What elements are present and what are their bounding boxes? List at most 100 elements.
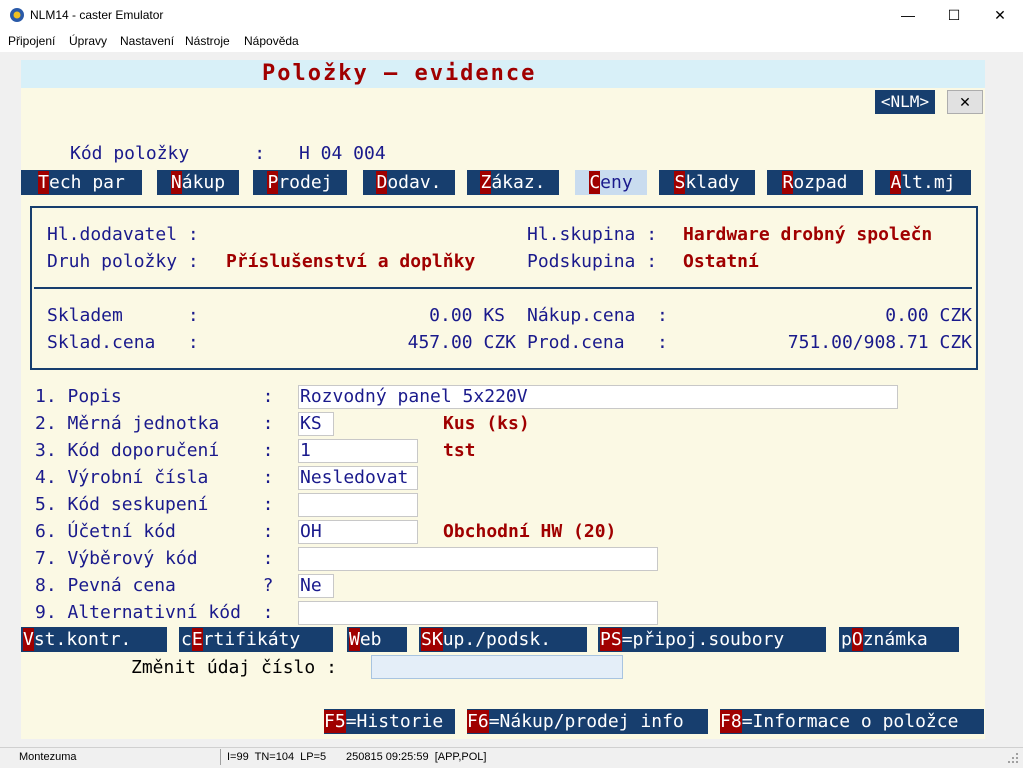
action-button-1[interactable]: Vst.kontr. [21, 627, 167, 652]
action-button-5[interactable]: PS =připoj.soubory [598, 627, 826, 652]
action-label: rtifikáty [202, 629, 301, 650]
sklad-cena-label: Sklad.cena : [47, 332, 199, 353]
change-number-input[interactable] [371, 655, 623, 679]
field-4-label: 4. Výrobní čísla : [35, 467, 274, 488]
tab-sklady[interactable]: Sklady [659, 170, 755, 195]
fkey-label: =Historie [345, 711, 444, 732]
menu-pripojeni[interactable]: Připojení [8, 34, 55, 48]
status-divider [220, 749, 221, 765]
action-label: up./podsk. [442, 629, 552, 650]
field-9-input[interactable] [298, 601, 658, 625]
menu-nastroje[interactable]: Nástroje [185, 34, 230, 48]
field-3-note: tst [443, 440, 476, 461]
field-3-label: 3. Kód doporučení : [35, 440, 274, 461]
fkey-f6-button[interactable]: F6 =Nákup/prodej info [467, 709, 708, 734]
status-counters: I=99 TN=104 LP=5 [227, 751, 327, 763]
app-icon [10, 8, 24, 22]
close-window-button[interactable]: ✕ [977, 0, 1023, 30]
vertical-scrollbar[interactable] [985, 60, 1006, 739]
action-prefix: c [181, 629, 192, 650]
field-3-input[interactable]: 1 [298, 439, 418, 463]
tab-hotkey: P [267, 171, 279, 194]
close-screen-button[interactable]: ✕ [947, 90, 983, 114]
tab-hotkey: D [376, 171, 388, 194]
action-label: známka [862, 629, 928, 650]
hl-skupina-label: Hl.skupina : [527, 224, 658, 245]
druh-polozky-value: Příslušenství a doplňky [226, 251, 476, 272]
status-user: Montezuma [19, 751, 77, 763]
action-prefix: p [841, 629, 852, 650]
action-button-2[interactable]: c Ertifikáty [179, 627, 333, 652]
action-label: st.kontr. [33, 629, 132, 650]
change-prompt-label: Změnit údaj číslo : [131, 657, 337, 678]
tab-label: odav. [387, 172, 442, 193]
druh-polozky-label: Druh položky : [47, 251, 199, 272]
field-7-input[interactable] [298, 547, 658, 571]
action-hotkey: W [349, 628, 360, 651]
field-7-label: 7. Výběrový kód : [35, 548, 274, 569]
tab-hotkey: R [782, 171, 794, 194]
fkey-f5-button[interactable]: F5 =Historie [324, 709, 455, 734]
tab-hotkey: Z [480, 171, 492, 194]
action-hotkey: O [851, 628, 863, 651]
field-1-input[interactable]: Rozvodný panel 5x220V [298, 385, 898, 409]
field-2-label: 2. Měrná jednotka : [35, 413, 274, 434]
hl-skupina-value: Hardware drobný společn [683, 224, 933, 245]
field-2-input[interactable]: KS [298, 412, 334, 436]
tab-dodav[interactable]: Dodav. [363, 170, 455, 195]
tab-techpar[interactable]: Tech par [21, 170, 142, 195]
prod-cena-label: Prod.cena : [527, 332, 668, 353]
nlm-tag: <NLM> [875, 90, 935, 114]
tab-nkup[interactable]: Nákup [157, 170, 239, 195]
tab-rozpad[interactable]: Rozpad [767, 170, 863, 195]
info-divider [34, 287, 972, 289]
field-6-label: 6. Účetní kód : [35, 521, 274, 542]
status-datetime: 250815 09:25:59 [APP,POL] [346, 751, 487, 763]
action-hotkey: PS [600, 628, 622, 651]
menu-napoveda[interactable]: Nápověda [244, 34, 299, 48]
item-code-value: H 04 004 [299, 143, 386, 164]
window-title: NLM14 - caster Emulator [30, 8, 164, 22]
tab-hotkey: S [674, 171, 686, 194]
menu-upravy[interactable]: Úpravy [69, 34, 107, 48]
item-code-label: Kód položky : [70, 143, 266, 164]
action-button-4[interactable]: SK up./podsk. [419, 627, 587, 652]
tab-label: ákup [181, 172, 226, 193]
action-hotkey: SK [421, 628, 443, 651]
tab-altmj[interactable]: Alt.mj [875, 170, 971, 195]
nakup-cena-value: 0.00 CZK [885, 305, 972, 326]
resize-grip-icon[interactable] [1007, 752, 1019, 764]
field-9-label: 9. Alternativní kód : [35, 602, 274, 623]
field-8-input[interactable]: Ne [298, 574, 334, 598]
action-button-3[interactable]: Web [347, 627, 407, 652]
tab-zkaz[interactable]: Zákaz. [467, 170, 559, 195]
podskupina-label: Podskupina : [527, 251, 658, 272]
maximize-button[interactable]: ☐ [931, 0, 977, 30]
tab-label: ákaz. [491, 172, 546, 193]
page-title: Položky – evidence [262, 61, 537, 86]
tab-label: ozpad [793, 172, 848, 193]
tab-hotkey: N [170, 171, 182, 194]
menu-nastaveni[interactable]: Nastavení [120, 34, 174, 48]
minimize-button[interactable]: — [885, 0, 931, 30]
action-label: eb [359, 629, 382, 650]
action-label: =připoj.soubory [621, 629, 785, 650]
tab-ceny[interactable]: Ceny [575, 170, 647, 195]
action-button-6[interactable]: p Oznámka [839, 627, 959, 652]
tab-label: lt.mj [901, 172, 956, 193]
tab-prodej[interactable]: Prodej [253, 170, 347, 195]
field-1-label: 1. Popis : [35, 386, 274, 407]
fkey-f8-button[interactable]: F8 =Informace o položce [720, 709, 984, 734]
fkey-hotkey: F5 [324, 710, 346, 733]
field-4-input[interactable]: Nesledovat [298, 466, 418, 490]
prod-cena-value: 751.00/908.71 CZK [787, 332, 972, 353]
field-6-input[interactable]: OH [298, 520, 418, 544]
skladem-label: Skladem : [47, 305, 199, 326]
tab-hotkey: C [589, 171, 601, 194]
tab-hotkey: A [890, 171, 902, 194]
action-hotkey: E [191, 628, 203, 651]
fkey-label: =Informace o položce [741, 711, 959, 732]
field-5-input[interactable] [298, 493, 418, 517]
action-hotkey: V [23, 628, 34, 651]
tab-label: rodej [278, 172, 333, 193]
